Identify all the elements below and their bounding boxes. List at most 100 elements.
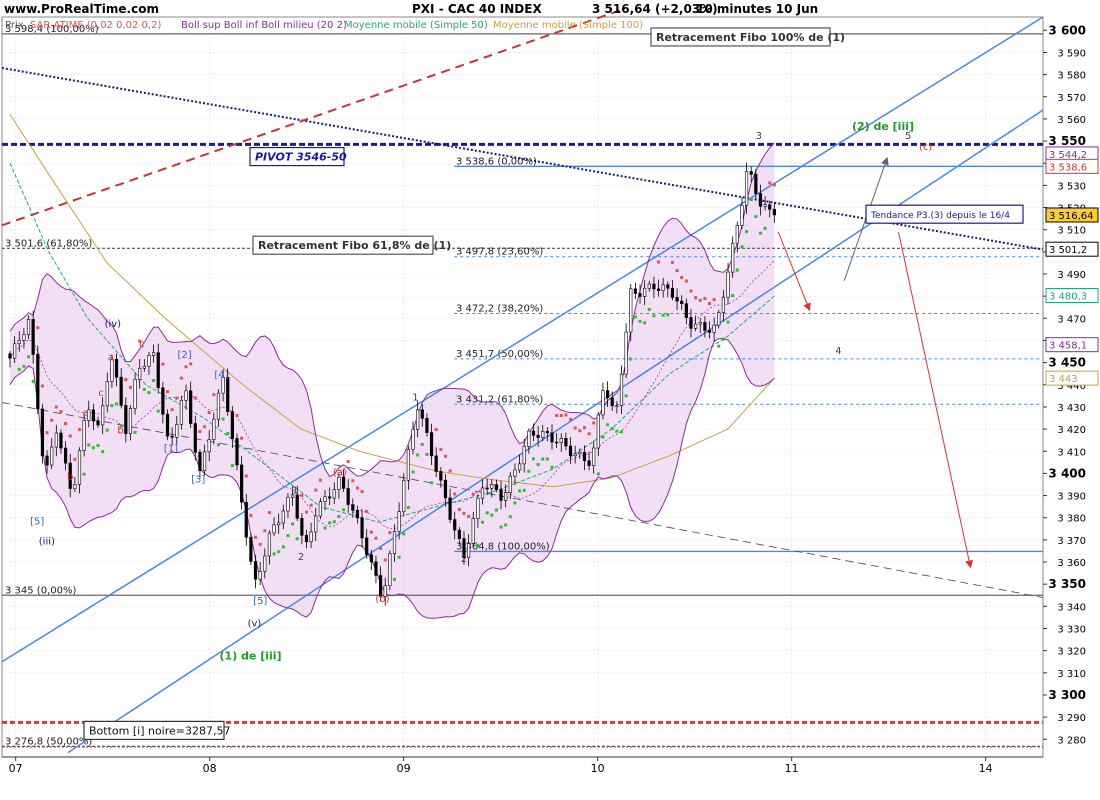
sar-dot — [31, 379, 35, 383]
sar-dot — [476, 543, 480, 547]
y-tick-label: 3 290 — [1057, 713, 1086, 724]
sar-dot — [328, 521, 332, 525]
sar-dot — [281, 545, 285, 549]
sar-dot — [615, 429, 619, 433]
y-tick-label: 3 570 — [1057, 93, 1086, 104]
sar-dot — [193, 396, 197, 400]
sar-dot — [286, 534, 290, 538]
candle-body — [601, 390, 605, 416]
candle-body — [610, 397, 614, 407]
sar-dot — [397, 555, 401, 559]
sar-dot — [411, 470, 415, 474]
candle-body — [485, 487, 489, 490]
candle-body — [763, 204, 767, 207]
candle-body — [212, 418, 216, 440]
candle-body — [439, 471, 443, 481]
candle-body — [490, 484, 494, 489]
candle-body — [17, 340, 21, 345]
wave-label: 4 — [835, 346, 841, 357]
candle-body — [138, 367, 142, 380]
candle-body — [36, 354, 40, 410]
candle-body — [531, 430, 536, 436]
candle-body — [73, 484, 77, 490]
y-tick-label: 3 470 — [1057, 314, 1086, 325]
candle-body — [494, 484, 499, 490]
y-tick-label: 3 590 — [1057, 48, 1086, 59]
sar-dot — [166, 390, 170, 394]
candle-body — [624, 331, 628, 375]
candle-body — [772, 208, 776, 216]
candle-body — [448, 497, 452, 520]
wave-label: (b) — [375, 594, 389, 605]
sar-dot — [189, 362, 193, 366]
wave-label: 2 — [461, 554, 467, 565]
sar-dot — [740, 245, 744, 249]
candle-body — [633, 288, 637, 294]
price-badge-text: 3 458,1 — [1049, 341, 1087, 352]
sar-dot — [573, 426, 577, 430]
sar-dot — [249, 513, 253, 517]
fib-level-label: 3 501,6 (61,80%) — [5, 238, 92, 249]
candle-body — [731, 242, 735, 273]
sar-dot — [323, 526, 327, 530]
wave-label: 1 — [292, 485, 298, 496]
candle-body — [527, 430, 531, 447]
sar-dot — [555, 413, 559, 417]
sar-dot — [379, 547, 383, 551]
candle-body — [54, 432, 58, 448]
price-badge-text: 3 443 — [1049, 374, 1078, 385]
sar-dot — [708, 302, 712, 306]
sar-dot — [22, 364, 26, 368]
fibo-retracement-label: 3 538,6 (0,00%) — [456, 156, 537, 167]
wave-label: [5] — [30, 516, 44, 527]
candle-body — [341, 476, 346, 489]
wave-label: a — [108, 352, 114, 363]
sar-dot — [27, 355, 31, 359]
wave-label: [2] — [178, 350, 192, 361]
legend-ma100: Moyenne mobile (Simple 100) — [493, 20, 644, 31]
sar-dot — [703, 296, 707, 300]
candle-body — [369, 554, 373, 563]
candle-body — [365, 537, 369, 555]
sar-dot — [485, 511, 489, 515]
sar-dot — [453, 492, 457, 496]
candle-body — [50, 446, 54, 466]
annotation-box-text: PIVOT 3546-50 — [255, 151, 347, 164]
sar-dot — [87, 443, 91, 447]
candle-body — [267, 532, 272, 557]
sar-dot — [221, 417, 225, 421]
candle-body — [735, 224, 739, 244]
sar-dot — [666, 313, 670, 317]
fibo-retracement-label: 3 431,2 (61,80%) — [456, 394, 543, 405]
sar-dot — [745, 230, 749, 234]
sar-dot — [508, 515, 512, 519]
y-tick-label: 3 430 — [1057, 403, 1086, 414]
x-tick-label: 09 — [397, 762, 411, 775]
candle-body — [360, 517, 364, 539]
sar-dot — [578, 429, 582, 433]
sar-dot — [721, 337, 725, 341]
candle-body — [517, 463, 522, 471]
candle-body — [744, 171, 749, 206]
sar-dot — [175, 396, 179, 400]
candle-body — [40, 408, 45, 457]
sar-dot — [300, 493, 304, 497]
candle-body — [318, 501, 322, 517]
sar-dot — [156, 409, 160, 413]
wave-label: b — [67, 472, 73, 483]
candle-body — [522, 446, 526, 465]
sar-dot — [629, 357, 633, 361]
candle-body — [564, 438, 568, 447]
sar-dot — [17, 367, 21, 371]
sar-dot — [295, 537, 299, 541]
candle-body — [694, 323, 698, 329]
sar-dot — [105, 428, 109, 432]
y-tick-label: 3 350 — [1048, 577, 1086, 591]
sar-dot — [147, 391, 151, 395]
candle-body — [406, 448, 410, 481]
sar-dot — [212, 393, 216, 397]
x-tick-label: 14 — [979, 762, 993, 775]
candle-body — [768, 204, 772, 210]
sar-dot — [494, 508, 498, 512]
legend-sar: SAR ATIME (0,02 0,02 0,2) — [30, 20, 162, 31]
